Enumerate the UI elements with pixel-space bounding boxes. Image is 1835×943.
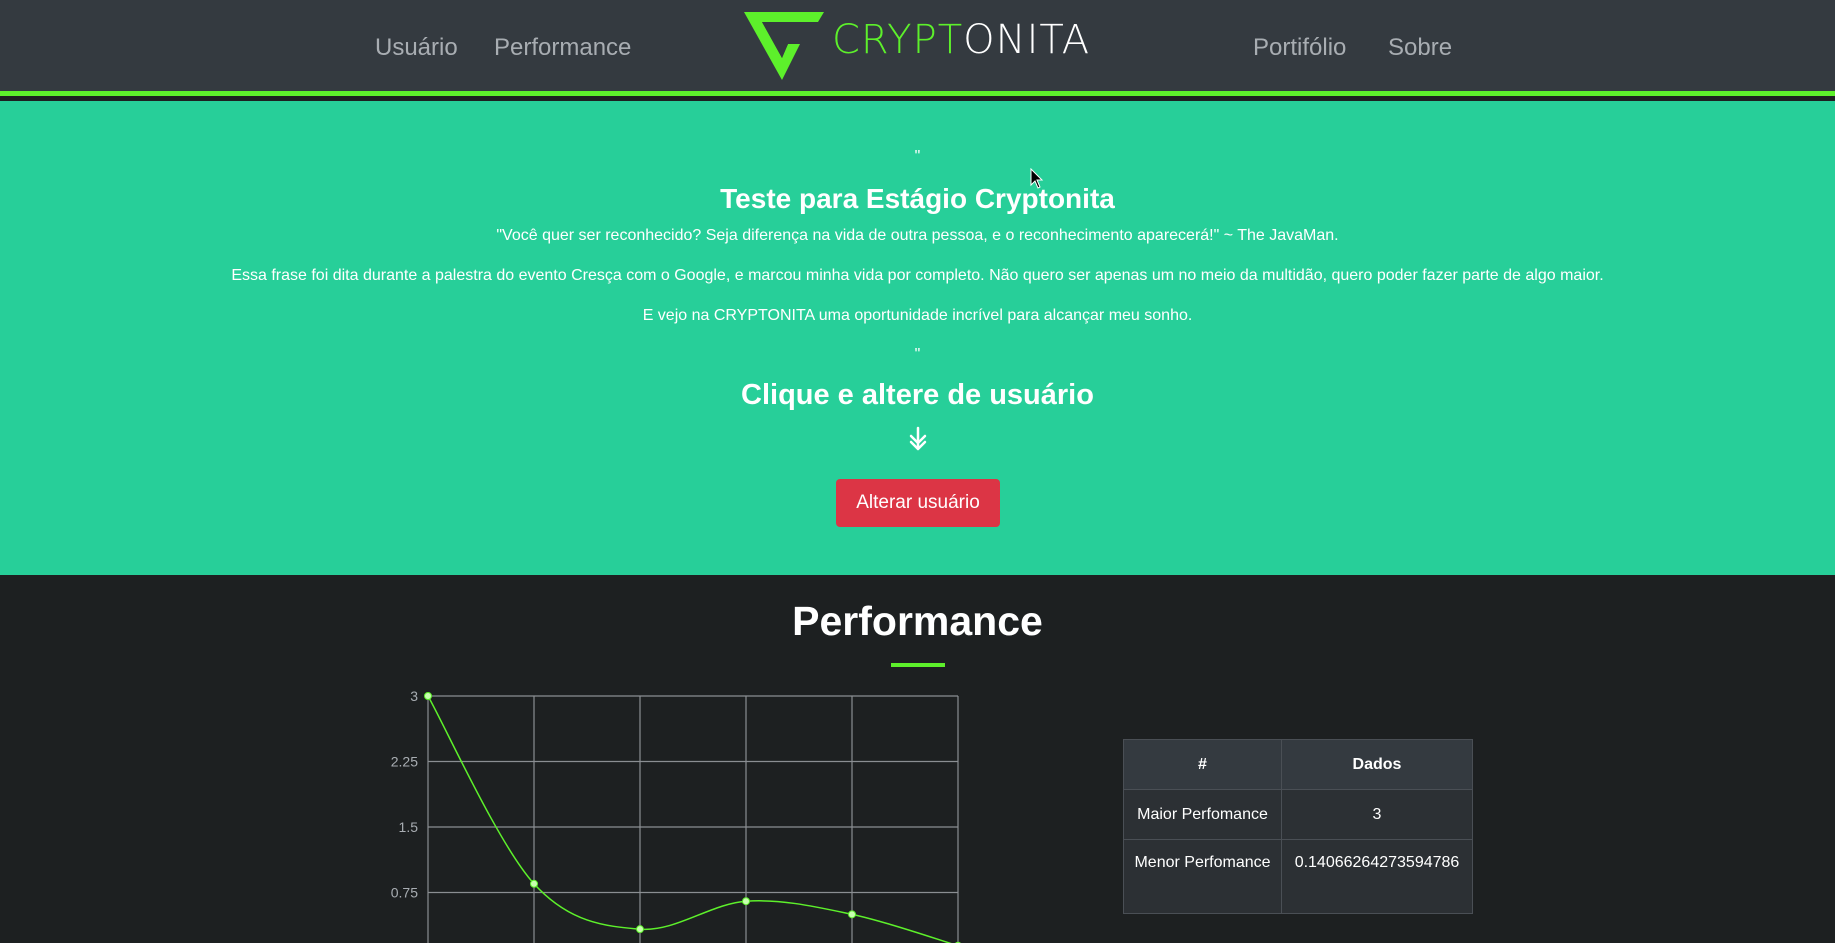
- table-cell-value: 3: [1281, 789, 1473, 840]
- nav-link-sobre[interactable]: Sobre: [1388, 34, 1452, 62]
- chart-data-point: [742, 897, 750, 906]
- hero-paragraph-1: Essa frase foi dita durante a palestra d…: [231, 267, 1604, 284]
- hero-quote: "Você quer ser reconhecido? Seja diferen…: [496, 227, 1339, 244]
- performance-title-underline: [891, 663, 945, 667]
- performance-title: Performance: [792, 598, 1043, 644]
- quote-open-mark: ": [914, 148, 921, 165]
- chart-y-tick-label: 1.5: [399, 819, 419, 835]
- table-cell-label: Maior Perfomance: [1123, 789, 1282, 840]
- hero-section: " Teste para Estágio Cryptonita "Você qu…: [0, 101, 1835, 575]
- nav-link-performance[interactable]: Performance: [494, 34, 631, 62]
- table-row: Menor Perfomance 0.14066264273594786: [1123, 839, 1473, 914]
- arrow-down-icon: [909, 426, 927, 451]
- table-header-dados: Dados: [1281, 739, 1473, 790]
- chart-data-point: [424, 692, 432, 700]
- logo-v-icon: [744, 12, 824, 80]
- chart-y-tick-label: 3: [410, 688, 418, 704]
- nav-link-usuario[interactable]: Usuário: [375, 34, 458, 62]
- chart-y-tick-label: 0.75: [391, 885, 418, 901]
- hero-title: Teste para Estágio Cryptonita: [720, 183, 1115, 214]
- chart-data-point: [530, 879, 538, 888]
- performance-stats-table: # Dados Maior Perfomance 3 Menor Perfoma…: [1123, 739, 1473, 914]
- alterar-usuario-button[interactable]: Alterar usuário: [836, 479, 1000, 527]
- top-navbar: Usuário Performance CRYPTONITA Portifóli…: [0, 0, 1835, 96]
- performance-line-chart: 3 2.25 1.5 0.75: [391, 688, 961, 943]
- hero-paragraph-2: E vejo na CRYPTONITA uma oportunidade in…: [642, 307, 1193, 324]
- cryptonita-logo[interactable]: CRYPTONITA: [742, 10, 1090, 82]
- hero-subtitle: Clique e altere de usuário: [741, 379, 1094, 411]
- table-header-row: # Dados: [1123, 739, 1473, 790]
- table-header-hash: #: [1123, 739, 1282, 790]
- chart-series-line: [427, 695, 952, 943]
- chart-data-point: [848, 910, 856, 919]
- table-cell-label: Menor Perfomance: [1123, 839, 1282, 914]
- mouse-cursor-icon: [1030, 168, 1044, 189]
- table-cell-value: 0.14066264273594786: [1281, 839, 1473, 914]
- logo-text: CRYPTONITA: [832, 17, 1091, 63]
- quote-close-mark: ": [914, 346, 921, 363]
- chart-y-tick-label: 2.25: [391, 754, 418, 770]
- nav-link-portifolio[interactable]: Portifólio: [1253, 34, 1346, 62]
- chart-data-point: [636, 925, 644, 934]
- table-row: Maior Perfomance 3: [1123, 789, 1473, 840]
